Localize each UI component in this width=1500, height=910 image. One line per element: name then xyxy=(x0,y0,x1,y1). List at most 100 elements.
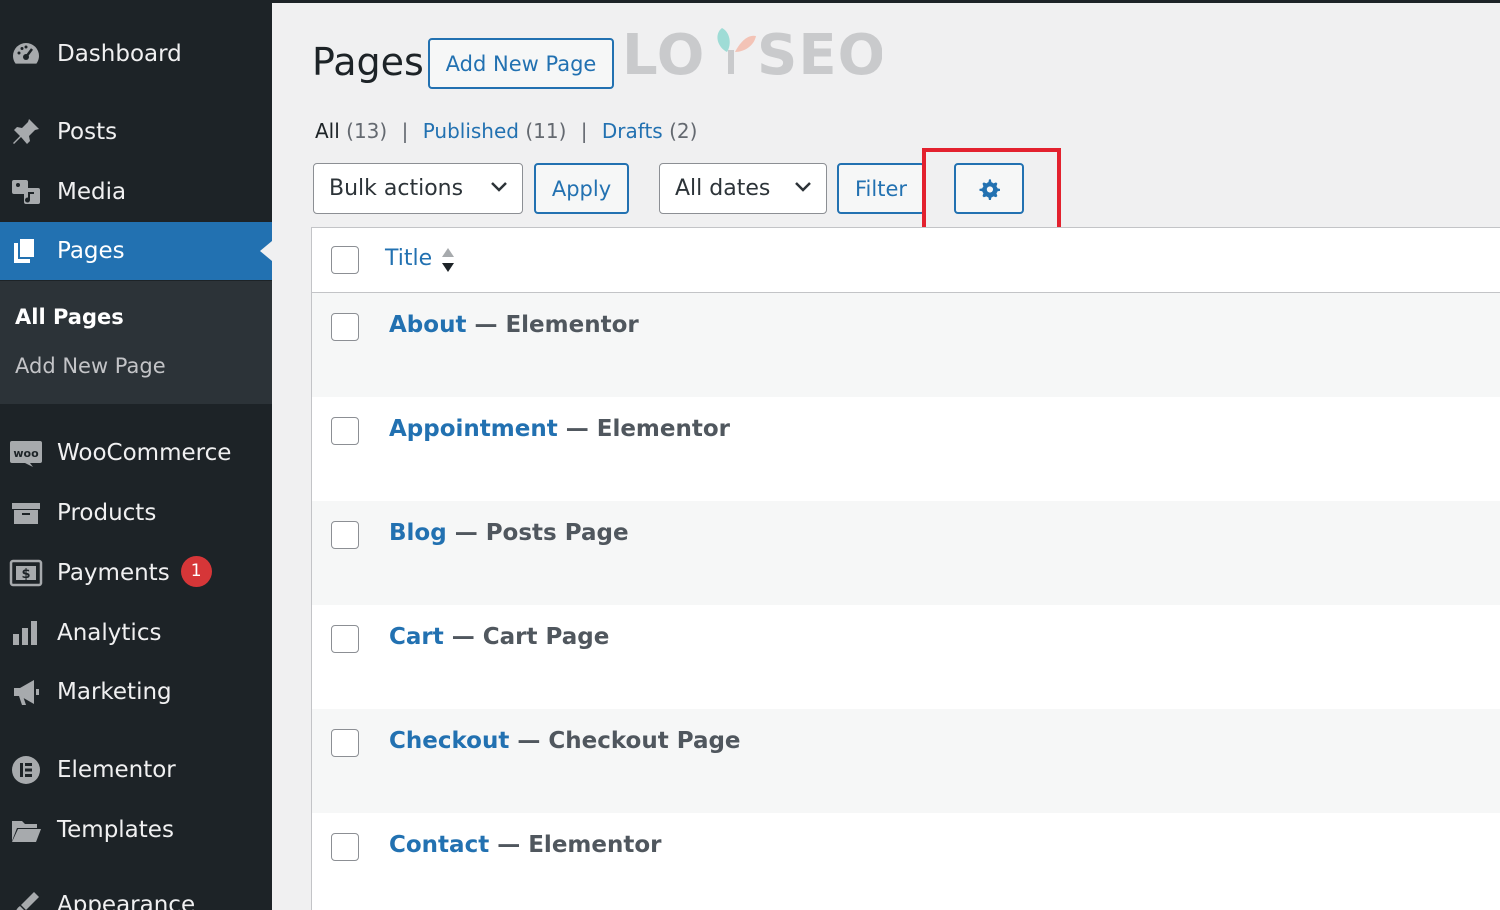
separator: | xyxy=(580,119,588,143)
sidebar-item-label: Payments 1 xyxy=(57,555,212,589)
page-state: Cart Page xyxy=(482,624,610,650)
table-row: Appointment — Elementor xyxy=(312,397,1500,501)
submenu-add-new-page[interactable]: Add New Page xyxy=(15,354,166,378)
filter-button[interactable]: Filter xyxy=(837,163,925,214)
row-checkbox[interactable] xyxy=(331,521,359,549)
chevron-down-icon xyxy=(795,182,811,192)
page-title-link[interactable]: Contact xyxy=(389,832,489,858)
table-row: Contact — Elementor xyxy=(312,813,1500,910)
sidebar-item-label: WooCommerce xyxy=(57,440,232,466)
sidebar-item-media[interactable]: Media xyxy=(0,163,272,221)
add-new-page-button[interactable]: Add New Page xyxy=(428,38,614,89)
page-state: Elementor xyxy=(528,832,662,858)
elementor-icon xyxy=(8,752,44,788)
pages-table: Title About — Elementor Appointment — El… xyxy=(311,227,1500,910)
folder-icon xyxy=(8,812,44,848)
sidebar-item-woocommerce[interactable]: woo WooCommerce xyxy=(0,424,272,482)
archive-box-icon xyxy=(8,495,44,531)
pages-icon xyxy=(8,233,44,269)
table-header: Title xyxy=(312,228,1500,293)
sidebar-item-label: Templates xyxy=(57,817,174,843)
separator: — xyxy=(446,520,486,546)
dates-select[interactable]: All dates xyxy=(659,163,827,214)
page-title-link[interactable]: Checkout xyxy=(389,728,509,754)
page-title-link[interactable]: Appointment xyxy=(389,416,558,442)
separator: — xyxy=(509,728,549,754)
sidebar-item-payments[interactable]: $ Payments 1 xyxy=(0,544,272,602)
view-drafts-count: (2) xyxy=(669,119,698,143)
svg-text:SEO: SEO xyxy=(757,23,882,84)
admin-sidebar: Dashboard Posts Media Pages All Pages Ad… xyxy=(0,0,272,910)
sidebar-item-analytics[interactable]: Analytics xyxy=(0,604,272,662)
sidebar-item-label: Dashboard xyxy=(57,41,182,67)
sidebar-item-appearance[interactable]: Appearance xyxy=(0,876,272,910)
view-all-count: (13) xyxy=(346,119,388,143)
page-title-link[interactable]: About xyxy=(389,312,466,338)
row-checkbox[interactable] xyxy=(331,313,359,341)
sort-icon[interactable] xyxy=(440,246,456,274)
watermark-logo: LO SEO xyxy=(622,22,885,98)
sidebar-item-products[interactable]: Products xyxy=(0,484,272,542)
svg-text:woo: woo xyxy=(13,447,39,460)
submenu-all-pages[interactable]: All Pages xyxy=(15,305,124,329)
row-checkbox[interactable] xyxy=(331,729,359,757)
sidebar-item-posts[interactable]: Posts xyxy=(0,103,272,161)
table-row: About — Elementor xyxy=(312,293,1500,397)
dates-value: All dates xyxy=(675,176,771,201)
svg-text:$: $ xyxy=(21,567,30,582)
bar-chart-icon xyxy=(8,615,44,651)
row-checkbox[interactable] xyxy=(331,625,359,653)
sidebar-item-label: Posts xyxy=(57,119,118,145)
top-edge xyxy=(272,0,1500,3)
separator: — xyxy=(443,624,483,650)
separator: — xyxy=(557,416,597,442)
bulk-actions-value: Bulk actions xyxy=(329,176,464,201)
view-drafts[interactable]: Drafts xyxy=(602,119,663,143)
sidebar-item-label: Appearance xyxy=(57,892,196,910)
loyseo-logo: LO SEO xyxy=(622,23,885,88)
page-state: Elementor xyxy=(596,416,731,442)
dollar-icon: $ xyxy=(8,555,44,591)
page-state: Posts Page xyxy=(485,520,629,546)
bulk-actions-select[interactable]: Bulk actions xyxy=(313,163,523,214)
sidebar-item-elementor[interactable]: Elementor xyxy=(0,741,272,799)
table-row: Blog — Posts Page xyxy=(312,501,1500,605)
woocommerce-icon: woo xyxy=(8,435,44,471)
notification-badge: 1 xyxy=(180,555,212,587)
page-state: Checkout Page xyxy=(548,728,741,754)
main-content: Pages Add New Page LO SEO All (13) | Pub… xyxy=(272,0,1500,910)
pages-submenu: All Pages Add New Page xyxy=(0,281,272,404)
separator: — xyxy=(489,832,529,858)
title-column-header[interactable]: Title xyxy=(385,246,432,271)
separator: — xyxy=(466,312,506,338)
svg-text:LO: LO xyxy=(622,23,705,84)
chevron-down-icon xyxy=(491,182,507,192)
view-published[interactable]: Published xyxy=(423,119,519,143)
sidebar-item-pages[interactable]: Pages xyxy=(0,222,272,280)
page-state: Elementor xyxy=(505,312,639,338)
dashboard-icon xyxy=(8,36,44,72)
select-all-checkbox[interactable] xyxy=(331,246,359,274)
megaphone-icon xyxy=(8,674,44,710)
apply-button[interactable]: Apply xyxy=(534,163,629,214)
sidebar-item-label: Media xyxy=(57,179,127,205)
row-checkbox[interactable] xyxy=(331,417,359,445)
sidebar-item-label: Analytics xyxy=(57,620,162,646)
sidebar-item-label: Pages xyxy=(57,238,125,264)
sidebar-item-label: Elementor xyxy=(57,757,176,783)
page-title-link[interactable]: Blog xyxy=(389,520,447,546)
view-filters: All (13) | Published (11) | Drafts (2) xyxy=(315,119,697,143)
table-row: Cart — Cart Page xyxy=(312,605,1500,709)
sidebar-item-templates[interactable]: Templates xyxy=(0,801,272,859)
page-title: Pages xyxy=(312,40,424,84)
row-checkbox[interactable] xyxy=(331,833,359,861)
sidebar-item-label: Products xyxy=(57,500,157,526)
separator: | xyxy=(401,119,409,143)
view-all[interactable]: All xyxy=(315,119,340,143)
sidebar-item-marketing[interactable]: Marketing xyxy=(0,663,272,721)
table-row: Checkout — Checkout Page xyxy=(312,709,1500,813)
media-icon xyxy=(8,174,44,210)
view-published-count: (11) xyxy=(525,119,567,143)
sidebar-item-dashboard[interactable]: Dashboard xyxy=(0,25,272,83)
page-title-link[interactable]: Cart xyxy=(389,624,444,650)
